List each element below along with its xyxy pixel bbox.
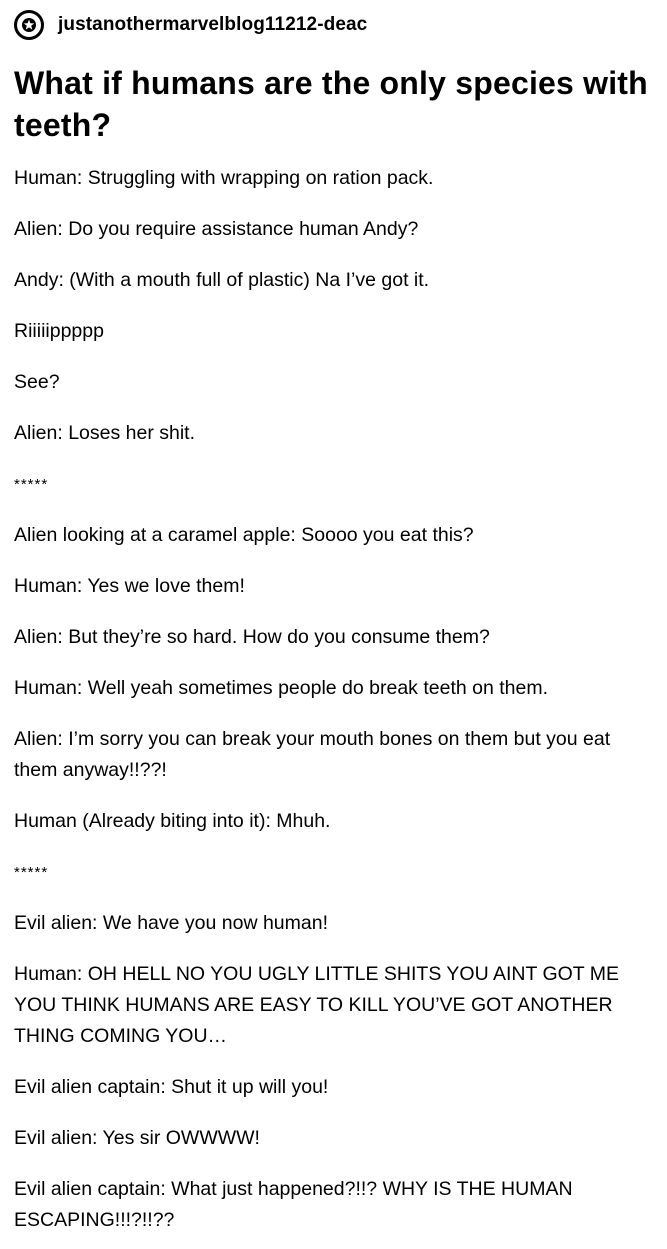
- post-paragraph: Evil alien: Yes sir OWWWW!: [14, 1127, 260, 1149]
- post-paragraph: Evil alien captain: Shut it up will you!: [14, 1076, 329, 1098]
- star-circle-icon: [22, 18, 36, 32]
- post-paragraph: Human: Struggling with wrapping on ratio…: [14, 167, 434, 189]
- blog-avatar[interactable]: [14, 10, 44, 40]
- post-body: Human: Struggling with wrapping on ratio…: [14, 163, 657, 1236]
- post-paragraph: Human (Already biting into it): Mhuh.: [14, 810, 331, 832]
- post-paragraph: Human: Well yeah sometimes people do bre…: [14, 677, 549, 699]
- post-paragraph: Human: OH HELL NO YOU UGLY LITTLE SHITS …: [14, 963, 620, 1047]
- post-header: justanothermarvelblog11212-deac: [14, 0, 657, 50]
- blog-name-link[interactable]: justanothermarvelblog11212-deac: [58, 14, 367, 36]
- post-paragraph: Alien: Do you require assistance human A…: [14, 218, 419, 240]
- post-paragraph: Alien looking at a caramel apple: Soooo …: [14, 524, 474, 546]
- post-paragraph: Evil alien: We have you now human!: [14, 912, 328, 934]
- post-paragraph: Andy: (With a mouth full of plastic) Na …: [14, 269, 430, 291]
- post-paragraph: Alien: But they’re so hard. How do you c…: [14, 626, 490, 648]
- post-paragraph: Human: Yes we love them!: [14, 575, 245, 597]
- post-paragraph: Alien: Loses her shit.: [14, 422, 196, 444]
- post-title: What if humans are the only species with…: [14, 65, 648, 143]
- tumblr-post: justanothermarvelblog11212-deac What if …: [0, 0, 667, 1249]
- post-paragraph: See?: [14, 371, 60, 393]
- section-separator: *****: [14, 476, 49, 493]
- section-separator: *****: [14, 864, 49, 881]
- post-paragraph: Evil alien captain: What just happened?!…: [14, 1178, 573, 1231]
- post-paragraph: Alien: I’m sorry you can break your mout…: [14, 728, 611, 781]
- post-paragraph: Riiiiippppp: [14, 320, 104, 342]
